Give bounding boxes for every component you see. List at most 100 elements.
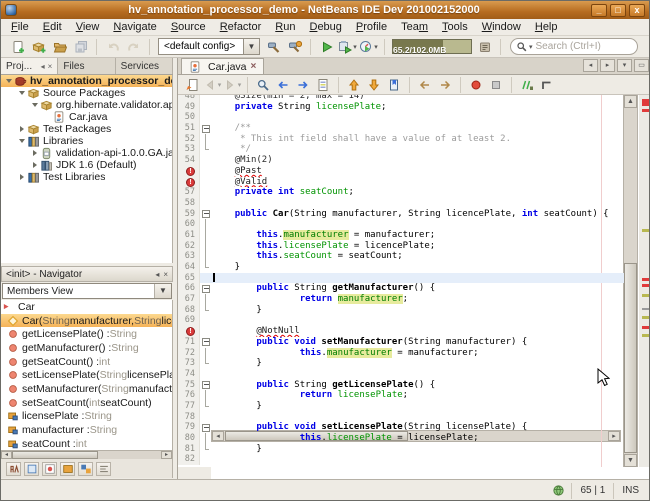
error-stripe-mark[interactable] [642,109,650,112]
editor-vscrollbar[interactable]: ▲ ▼ [623,95,638,467]
code-line[interactable]: 61 this.manufacturer = manufacturer; [178,230,624,241]
maximize-window-button[interactable]: ▭ [634,59,649,72]
open-project-button[interactable] [49,37,70,57]
warn-stripe-mark[interactable] [642,334,650,337]
menu-navigate[interactable]: Navigate [106,20,163,34]
tree-item[interactable]: Libraries [1,135,172,147]
minimize-panel-icon[interactable]: ◂ [155,270,159,279]
menu-window[interactable]: Window [475,20,528,34]
shift-left-button[interactable] [415,76,435,94]
code-line[interactable]: 67 return manufacturer; [178,294,624,305]
close-icon[interactable]: × [48,62,53,71]
tree-item[interactable]: hv_annotation_processor_demo [1,75,172,87]
expander-icon[interactable] [17,88,27,98]
menu-team[interactable]: Team [394,20,435,34]
code-fold-icon[interactable] [200,283,211,294]
show-static-button[interactable] [60,462,75,476]
tree-item[interactable]: JDK 1.6 (Default) [1,159,172,171]
code-line[interactable]: 69 [178,315,624,326]
expander-icon[interactable] [30,150,40,156]
toggle-highlight-button[interactable] [313,76,333,94]
code-line[interactable]: 58 [178,198,624,209]
menu-tools[interactable]: Tools [435,20,475,34]
chevron-down-icon[interactable]: ▾ [374,43,378,51]
maximize-button[interactable]: □ [610,4,626,17]
navigator-hscrollbar[interactable]: ◂ ▸ [1,450,173,459]
navigator-member[interactable]: setManufacturer(String manufacturer [1,382,172,396]
tree-item[interactable]: Source Packages [1,87,172,99]
close-icon[interactable]: × [251,61,257,72]
find-button[interactable] [253,76,273,94]
navigator-header[interactable]: <init> - Navigator ◂ × [1,266,173,282]
menu-view[interactable]: View [69,20,107,34]
menu-run[interactable]: Run [268,20,302,34]
scroll-up-icon[interactable]: ▲ [624,95,637,108]
uncomment-button[interactable] [537,76,557,94]
tree-item[interactable]: Test Packages [1,123,172,135]
code-line[interactable]: 65 [178,273,624,284]
navigator-view-select[interactable]: Members View ▼ [2,283,172,299]
garbage-collect-button[interactable] [474,37,495,57]
tree-item[interactable]: validation-api-1.0.0.GA.jar [1,147,172,159]
find-next-button[interactable] [293,76,313,94]
code-fold-icon[interactable] [200,209,211,220]
expander-icon[interactable] [30,162,40,168]
code-line[interactable]: 66 public String getManufacturer() { [178,283,624,294]
scroll-right-icon[interactable]: ▸ [161,451,172,459]
last-edit-location-button[interactable] [182,76,202,94]
menu-help[interactable]: Help [528,20,565,34]
menu-refactor[interactable]: Refactor [213,20,269,34]
stop-macro-button[interactable] [486,76,506,94]
scroll-left-icon[interactable]: ◂ [1,451,12,459]
build-button[interactable] [263,37,284,57]
code-line[interactable]: ! @NotNull [178,326,624,337]
find-previous-button[interactable] [273,76,293,94]
navigator-member[interactable]: licensePlate : String [1,410,172,424]
code-line[interactable]: 75 public String getLicensePlate() { [178,380,624,391]
code-line[interactable]: ! @Valid [178,177,624,188]
code-line[interactable]: 51 /** [178,123,624,134]
menu-file[interactable]: File [4,20,36,34]
chevron-down-icon[interactable]: ▾ [529,43,533,51]
code-line[interactable]: 72 this.manufacturer = manufacturer; [178,348,624,359]
code-line[interactable]: 59 public Car(String manufacturer, Strin… [178,209,624,220]
code-fold-icon[interactable] [200,380,211,391]
chevron-down-icon[interactable]: ▼ [244,38,260,55]
code-line[interactable]: 81 } [178,444,624,455]
clean-build-button[interactable] [284,37,305,57]
code-line[interactable]: 82 [178,454,624,465]
run-button[interactable] [316,37,337,57]
warn-stripe-mark[interactable] [642,294,650,297]
sort-alpha-button[interactable] [6,462,21,476]
explorer-tab-services[interactable]: Services [116,58,173,74]
navigator-member[interactable]: Car(String manufacturer, String licenc [1,314,172,328]
menu-profile[interactable]: Profile [349,20,394,34]
code-line[interactable]: 77 } [178,401,624,412]
tab-car-java[interactable]: Car.java × [181,58,264,74]
show-non-public-button[interactable] [78,462,93,476]
error-stripe-mark[interactable] [642,99,650,106]
code-fold-icon[interactable] [200,337,211,348]
error-stripe-mark[interactable] [642,326,650,329]
code-line[interactable]: 53 */ [178,144,624,155]
code-line[interactable]: 64 } [178,262,624,273]
search-input[interactable] [536,41,632,52]
search-box[interactable]: ▾ [510,38,638,55]
expander-icon[interactable] [30,100,40,110]
close-button[interactable]: x [629,4,645,17]
error-stripe[interactable] [639,95,650,467]
code-line[interactable]: 54 @Min(2) [178,155,624,166]
error-stripe-mark[interactable] [642,278,650,281]
code-line[interactable]: 48 @Size(min = 2, max = 14) [178,95,624,102]
chevron-down-icon[interactable]: ▾ [218,81,222,89]
scroll-down-icon[interactable]: ▼ [624,454,637,467]
navigator-member[interactable]: manufacturer : String [1,423,172,437]
chevron-down-icon[interactable]: ▼ [154,284,171,298]
shift-right-button[interactable] [435,76,455,94]
code-line[interactable]: 63 this.seatCount = seatCount; [178,251,624,262]
code-line[interactable]: 68 } [178,305,624,316]
notifications-icon[interactable] [552,484,565,497]
scrollbar-thumb[interactable] [624,263,637,453]
expander-icon[interactable] [17,126,27,132]
menu-source[interactable]: Source [164,20,213,34]
